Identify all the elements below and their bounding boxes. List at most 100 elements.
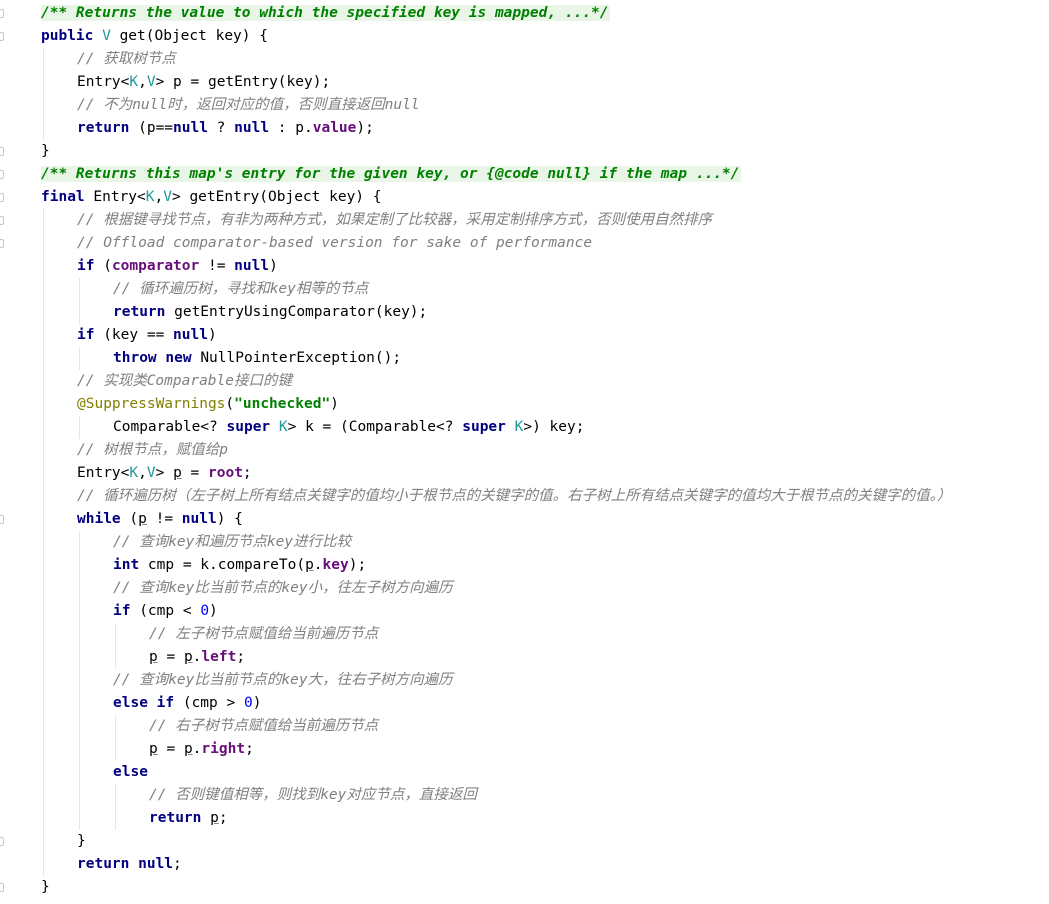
code-line[interactable]: // 右子树节点赋值给当前遍历节点 — [0, 715, 1049, 738]
code-line[interactable]: /** Returns this map's entry for the giv… — [0, 163, 1049, 186]
code-token: "unchecked" — [234, 396, 331, 412]
code-line[interactable]: // 不为null时，返回对应的值，否则直接返回null — [0, 94, 1049, 117]
indent-guide — [115, 738, 116, 761]
indent-guide — [43, 784, 44, 807]
code-token: ); — [348, 557, 367, 573]
code-token: NullPointerException(); — [200, 350, 402, 366]
indent-guide — [79, 301, 80, 324]
code-line[interactable]: Entry<K,V> p = getEntry(key); — [0, 71, 1049, 94]
code-line[interactable]: // 循环遍历树（左子树上所有结点关键字的值均小于根节点的关键字的值。右子树上所… — [0, 485, 1049, 508]
indent-guide — [43, 577, 44, 600]
indent-guide — [43, 692, 44, 715]
indent-guide — [79, 554, 80, 577]
code-token: ( — [129, 511, 139, 527]
code-line[interactable]: if (comparator != null) — [0, 255, 1049, 278]
code-token: p — [149, 649, 158, 665]
code-token: K — [129, 74, 139, 90]
code-token: . — [313, 557, 323, 573]
code-line[interactable]: p = p.left; — [0, 646, 1049, 669]
code-token: null — [173, 120, 208, 136]
code-line[interactable]: @SuppressWarnings("unchecked") — [0, 393, 1049, 416]
code-token: return null — [77, 856, 174, 872]
code-area[interactable]: /** Returns the value to which the speci… — [0, 2, 1049, 899]
code-token: null — [234, 258, 270, 274]
indent-guide — [43, 462, 44, 485]
code-token: if — [77, 258, 104, 274]
code-line[interactable]: final Entry<K,V> getEntry(Object key) { — [0, 186, 1049, 209]
code-line[interactable]: // 查询key比当前节点的key小，往左子树方向遍历 — [0, 577, 1049, 600]
code-line[interactable]: else if (cmp > 0) — [0, 692, 1049, 715]
code-line-content: Entry<K,V> p = root; — [77, 462, 252, 485]
code-line[interactable]: // 根据键寻找节点，有非为两种方式，如果定制了比较器，采用定制排序方式，否则使… — [0, 209, 1049, 232]
code-line[interactable]: while (p != null) { — [0, 508, 1049, 531]
indent-guide — [43, 255, 44, 278]
code-token: root — [208, 465, 243, 481]
code-line[interactable]: Entry<K,V> p = root; — [0, 462, 1049, 485]
code-line[interactable]: return p; — [0, 807, 1049, 830]
code-line[interactable]: } — [0, 876, 1049, 899]
indent-guide — [43, 738, 44, 761]
code-token: } — [41, 879, 50, 895]
code-line[interactable]: return (p==null ? null : p.value); — [0, 117, 1049, 140]
code-line[interactable]: // 查询key和遍历节点key进行比较 — [0, 531, 1049, 554]
code-line[interactable]: else — [0, 761, 1049, 784]
code-token: ; — [173, 856, 182, 872]
indent-guide — [79, 577, 80, 600]
indent-guide — [79, 531, 80, 554]
code-line[interactable]: // 左子树节点赋值给当前遍历节点 — [0, 623, 1049, 646]
indent-guide — [79, 692, 80, 715]
code-line-content: return getEntryUsingComparator(key); — [113, 301, 427, 324]
code-token: : p. — [269, 120, 313, 136]
code-line[interactable]: // Offload comparator-based version for … — [0, 232, 1049, 255]
code-token: // 根据键寻找节点，有非为两种方式，如果定制了比较器，采用定制排序方式，否则使… — [77, 212, 713, 228]
code-line[interactable]: Comparable<? super K> k = (Comparable<? … — [0, 416, 1049, 439]
code-token: /** Returns this map's entry for the giv… — [41, 166, 742, 182]
code-line[interactable]: // 获取树节点 — [0, 48, 1049, 71]
code-line[interactable]: // 查询key比当前节点的key大，往右子树方向遍历 — [0, 669, 1049, 692]
code-line[interactable]: /** Returns the value to which the speci… — [0, 2, 1049, 25]
code-token: // 不为null时，返回对应的值，否则直接返回null — [77, 97, 420, 113]
code-line[interactable]: // 实现类Comparable接口的键 — [0, 370, 1049, 393]
code-line[interactable]: // 否则键值相等，则找到key对应节点，直接返回 — [0, 784, 1049, 807]
code-token: , — [138, 74, 147, 90]
code-line[interactable]: throw new NullPointerException(); — [0, 347, 1049, 370]
indent-guide — [43, 370, 44, 393]
indent-guide — [79, 761, 80, 784]
code-line-content: p = p.left; — [149, 646, 245, 669]
code-line[interactable]: int cmp = k.compareTo(p.key); — [0, 554, 1049, 577]
code-token: V — [102, 28, 111, 44]
code-token: } — [77, 833, 86, 849]
code-line-content: return (p==null ? null : p.value); — [77, 117, 374, 140]
code-editor[interactable]: /** Returns the value to which the speci… — [0, 0, 1049, 904]
indent-guide — [43, 94, 44, 117]
code-line[interactable]: } — [0, 140, 1049, 163]
code-line-content: } — [77, 830, 86, 853]
code-token: p — [138, 511, 147, 527]
code-token: K — [129, 465, 139, 481]
code-line[interactable]: return getEntryUsingComparator(key); — [0, 301, 1049, 324]
code-line[interactable]: if (cmp < 0) — [0, 600, 1049, 623]
code-line[interactable]: // 循环遍历树，寻找和key相等的节点 — [0, 278, 1049, 301]
code-line-content: int cmp = k.compareTo(p.key); — [113, 554, 366, 577]
code-line[interactable]: p = p.right; — [0, 738, 1049, 761]
code-token: p — [173, 465, 182, 481]
code-token: Entry< — [93, 189, 146, 205]
code-line[interactable]: // 树根节点，赋值给p — [0, 439, 1049, 462]
code-token: left — [201, 649, 237, 665]
code-token: } — [41, 143, 50, 159]
code-line[interactable]: } — [0, 830, 1049, 853]
code-token: getEntryUsingComparator(key); — [174, 304, 428, 320]
code-token: else — [113, 764, 148, 780]
code-token: right — [201, 741, 246, 757]
code-line-content: if (comparator != null) — [77, 255, 278, 278]
code-line[interactable]: public V get(Object key) { — [0, 25, 1049, 48]
code-line[interactable]: return null; — [0, 853, 1049, 876]
code-token: , — [154, 189, 164, 205]
code-token: p — [305, 557, 314, 573]
indent-guide — [43, 301, 44, 324]
code-token: V — [163, 189, 172, 205]
code-token: K — [145, 189, 155, 205]
indent-guide — [115, 807, 116, 830]
code-line[interactable]: if (key == null) — [0, 324, 1049, 347]
code-token: return — [149, 810, 211, 826]
